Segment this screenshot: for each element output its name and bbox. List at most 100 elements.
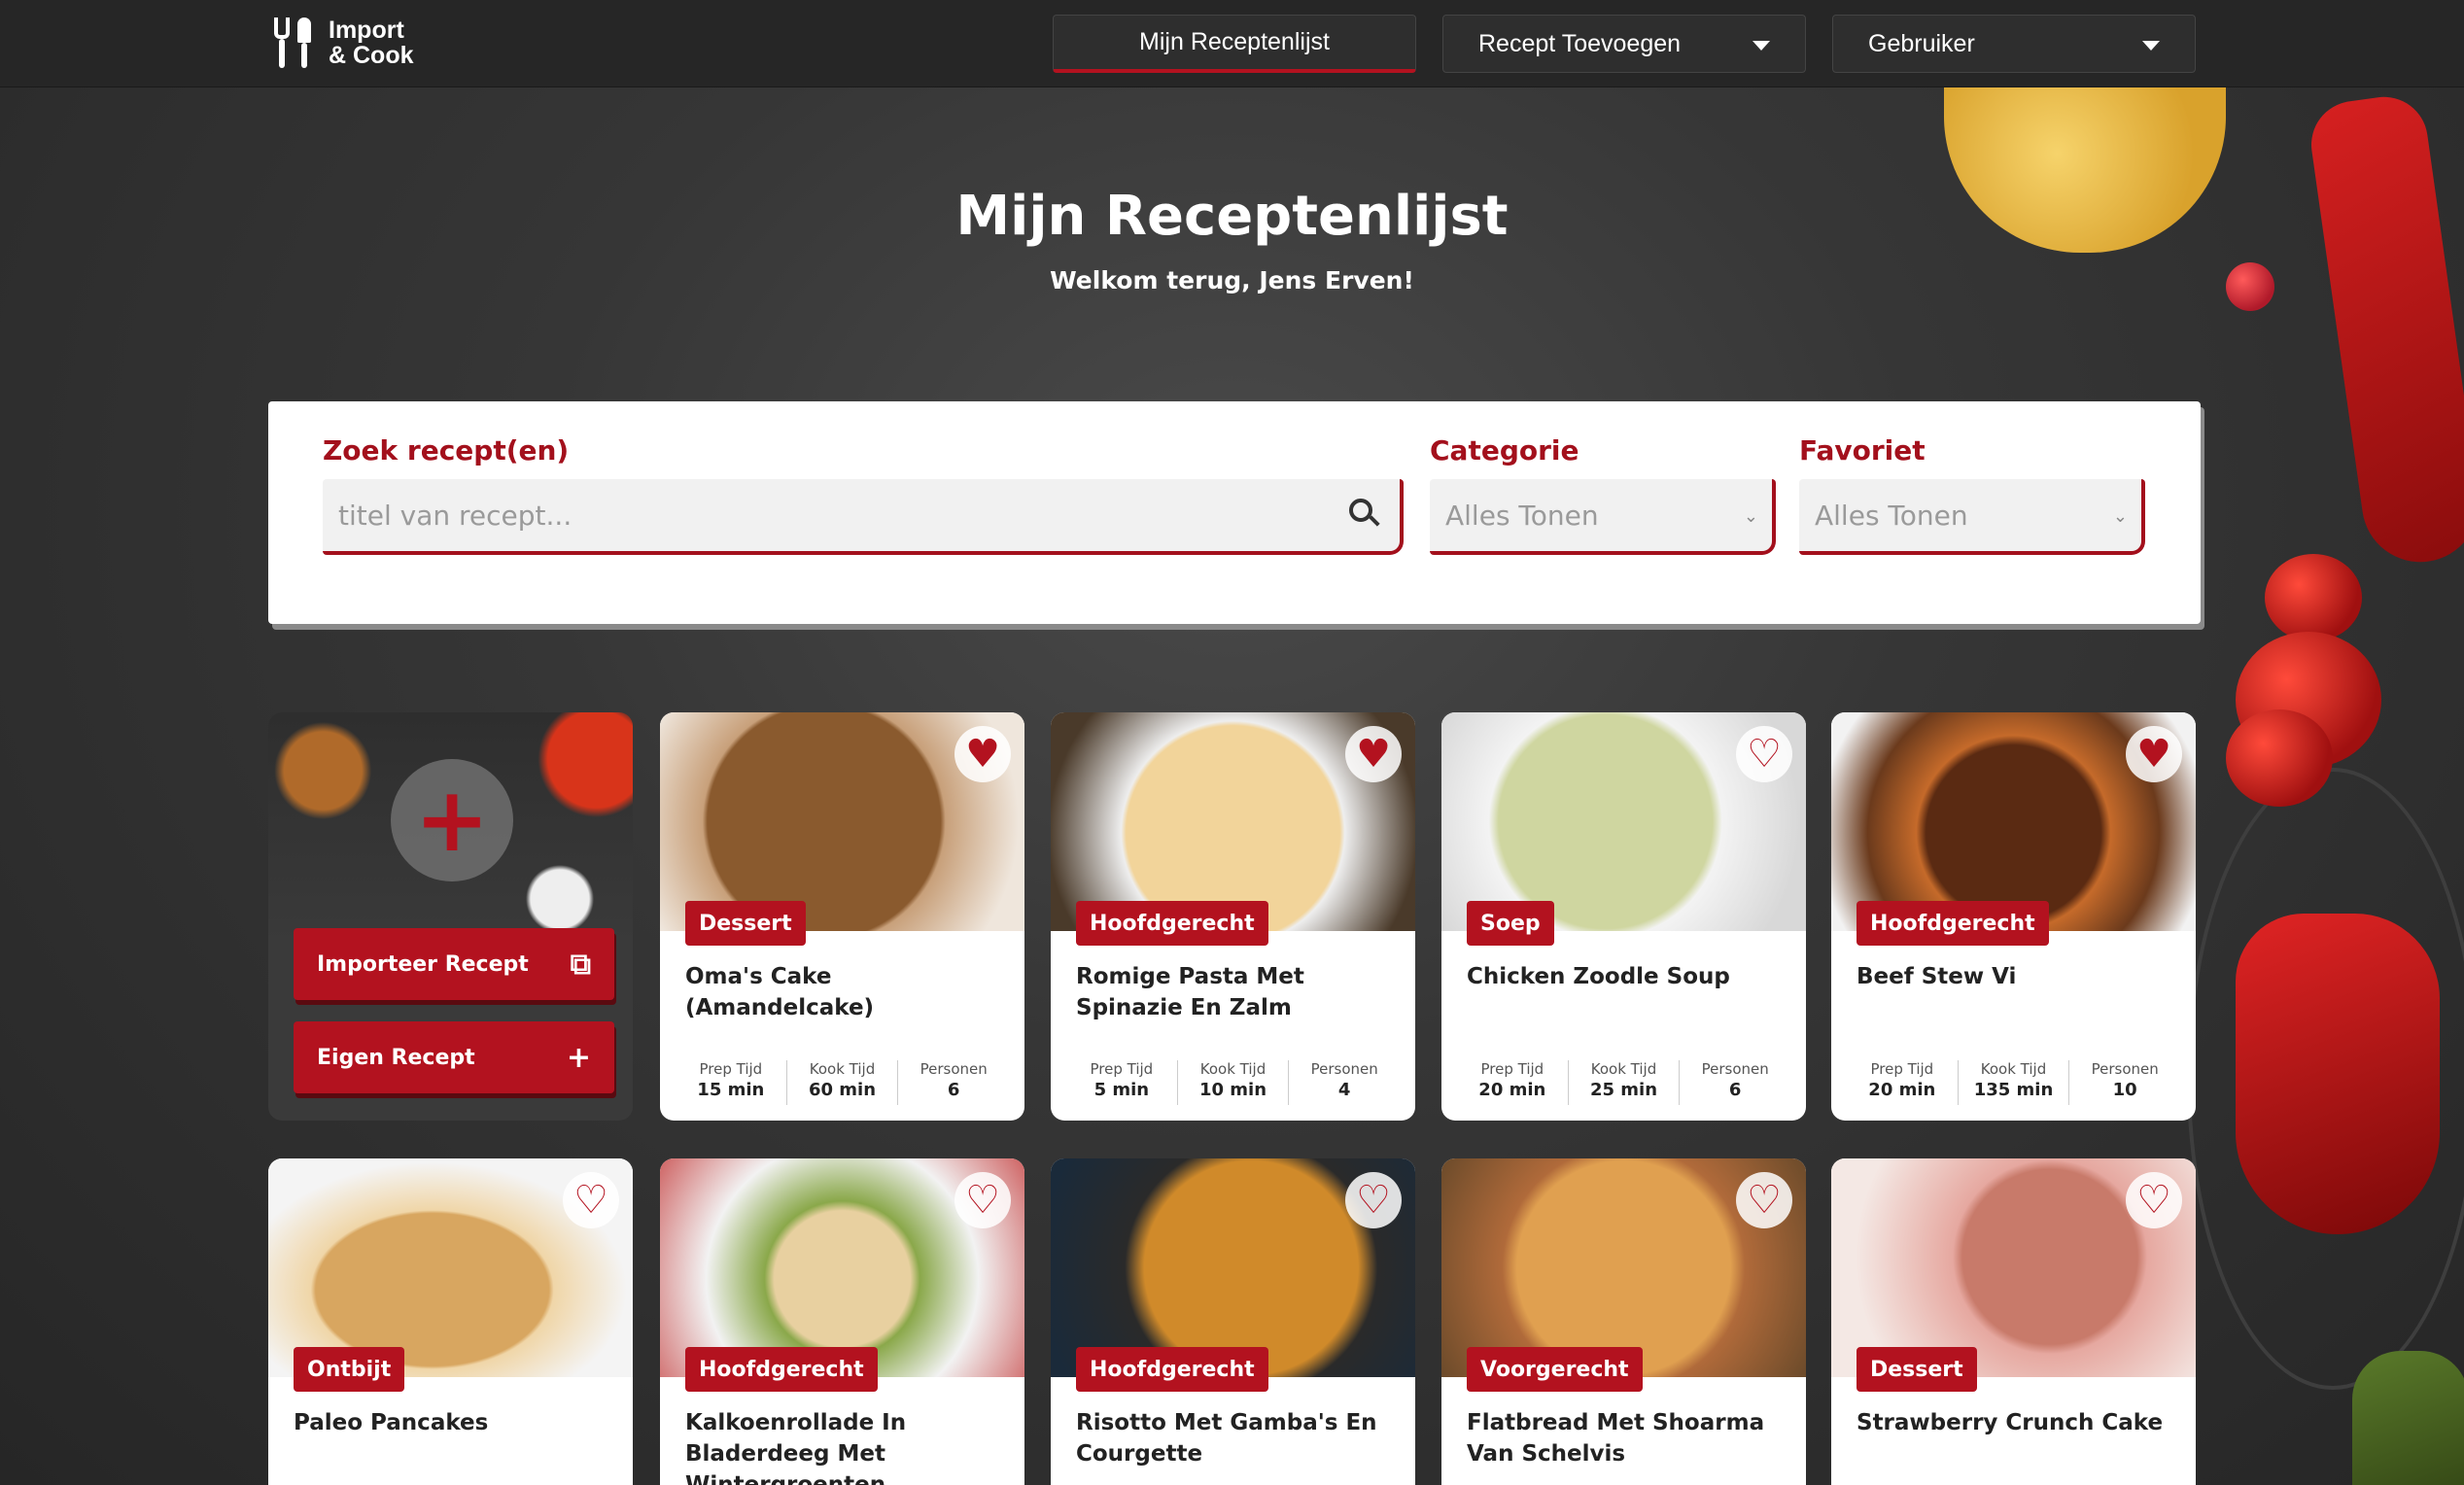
pepper-decoration — [2352, 1351, 2464, 1485]
recipe-card[interactable]: ♥ Hoofdgerecht Romige Pasta Met Spinazie E… — [1051, 712, 1415, 1121]
add-plus-icon[interactable]: + — [391, 759, 513, 881]
category-badge: Hoofdgerecht — [1857, 901, 2049, 946]
heart-outline-icon[interactable]: ♡ — [563, 1172, 619, 1228]
cook-time: Kook Tijd 60 min — [787, 1060, 899, 1105]
servings-label: Personen — [2091, 1060, 2159, 1078]
utensils-icon — [272, 17, 315, 68]
cook-time-label: Kook Tijd — [1590, 1060, 1657, 1078]
top-navbar: Import & Cook Mijn Receptenlijst Recept … — [0, 0, 2464, 87]
category-badge: Dessert — [1857, 1347, 1977, 1392]
recipe-card[interactable]: ♡ Soep Chicken Zoodle Soup Prep Tijd 20 min K… — [1441, 712, 1806, 1121]
servings-label: Personen — [1701, 1060, 1769, 1078]
servings: Personen 4 — [1289, 1060, 1400, 1105]
prep-time-value: 5 min — [1093, 1080, 1150, 1100]
recipe-title[interactable]: Kalkoenrollade In Bladerdeeg Met Winterg… — [685, 1407, 1006, 1485]
category-select[interactable]: Alles Tonen ⌄ — [1430, 479, 1776, 555]
prep-time: Prep Tijd 15 min — [676, 1060, 787, 1105]
recipe-title[interactable]: Flatbread Met Shoarma Van Schelvis — [1467, 1407, 1787, 1469]
category-selected-value: Alles Tonen — [1445, 499, 1599, 532]
heart-outline-icon[interactable]: ♡ — [1345, 1172, 1402, 1228]
recipe-card[interactable]: ♡ Ontbijt Paleo Pancakes — [268, 1158, 633, 1485]
search-input[interactable]: titel van recept... — [323, 479, 1404, 555]
import-recipe-label: Importeer Recept — [317, 951, 529, 977]
pepper-decoration — [2236, 914, 2440, 1234]
recipe-card[interactable]: ♡ Hoofdgerecht Kalkoenrollade In Bladerdee… — [660, 1158, 1024, 1485]
cook-time: Kook Tijd 25 min — [1569, 1060, 1681, 1105]
recipe-card[interactable]: ♥ Dessert Oma's Cake (Amandelcake) Prep Tij… — [660, 712, 1024, 1121]
prep-time: Prep Tijd 5 min — [1066, 1060, 1178, 1105]
recipe-title[interactable]: Romige Pasta Met Spinazie En Zalm — [1076, 961, 1397, 1023]
external-link-icon: ⧉ — [570, 947, 591, 982]
category-badge: Hoofdgerecht — [1076, 901, 1268, 946]
chevron-down-icon: ⌄ — [2112, 506, 2128, 527]
prep-time-value: 20 min — [1868, 1080, 1936, 1100]
prep-time-value: 15 min — [697, 1080, 765, 1100]
prep-time-label: Prep Tijd — [699, 1060, 763, 1078]
cook-time-value: 10 min — [1198, 1080, 1267, 1100]
logo-text: Import & Cook — [329, 17, 414, 68]
recipe-card[interactable]: ♡ Dessert Strawberry Crunch Cake — [1831, 1158, 2196, 1485]
nav-add-recipe-dropdown[interactable]: Recept Toevoegen — [1442, 15, 1806, 73]
logo-line-2: & Cook — [329, 42, 414, 69]
recipe-title[interactable]: Chicken Zoodle Soup — [1467, 961, 1787, 992]
servings-value: 10 — [2112, 1080, 2137, 1100]
recipe-card[interactable]: ♡ Voorgerecht Flatbread Met Shoarma Van Sc… — [1441, 1158, 1806, 1485]
search-placeholder: titel van recept... — [338, 499, 573, 532]
recipe-title[interactable]: Oma's Cake (Amandelcake) — [685, 961, 1006, 1023]
heart-outline-icon[interactable]: ♡ — [1736, 1172, 1792, 1228]
recipe-title[interactable]: Beef Stew Vi — [1857, 961, 2177, 992]
add-recipe-card: + Importeer Recept ⧉ Eigen Recept + — [268, 712, 633, 1121]
recipe-title[interactable]: Risotto Met Gamba's En Courgette — [1076, 1407, 1397, 1469]
recipe-card[interactable]: ♥ Hoofdgerecht Beef Stew Vi Prep Tijd 20 min… — [1831, 712, 2196, 1121]
nav-add-recipe-label: Recept Toevoegen — [1478, 29, 1682, 57]
prep-time-label: Prep Tijd — [1480, 1060, 1544, 1078]
filter-panel: Zoek recept(en) titel van recept... Cate… — [268, 401, 2201, 624]
heart-outline-icon[interactable]: ♡ — [2126, 1172, 2182, 1228]
category-badge: Hoofdgerecht — [685, 1347, 878, 1392]
chevron-down-icon: ⌄ — [1743, 506, 1758, 527]
caret-down-icon — [1753, 41, 1770, 51]
recipe-stats: Prep Tijd 20 min Kook Tijd 25 min Personen 6 — [1457, 1060, 1790, 1105]
servings-value: 6 — [1728, 1080, 1742, 1100]
nav-my-recipe-list[interactable]: Mijn Receptenlijst — [1053, 15, 1416, 73]
favorite-select[interactable]: Alles Tonen ⌄ — [1799, 479, 2145, 555]
cook-time-value: 25 min — [1589, 1080, 1658, 1100]
prep-time-label: Prep Tijd — [1090, 1060, 1154, 1078]
heart-outline-icon[interactable]: ♡ — [954, 1172, 1011, 1228]
recipe-stats: Prep Tijd 5 min Kook Tijd 10 min Personen 4 — [1066, 1060, 1400, 1105]
logo[interactable]: Import & Cook — [272, 17, 414, 68]
recipe-title[interactable]: Paleo Pancakes — [294, 1407, 614, 1438]
category-badge: Voorgerecht — [1467, 1347, 1643, 1392]
servings-label: Personen — [920, 1060, 988, 1078]
heart-filled-icon[interactable]: ♥ — [2126, 726, 2182, 782]
category-badge: Soep — [1467, 901, 1554, 946]
recipe-title[interactable]: Strawberry Crunch Cake — [1857, 1407, 2177, 1438]
nav-user-label: Gebruiker — [1868, 29, 1975, 57]
recipe-stats: Prep Tijd 20 min Kook Tijd 135 min Personen 1… — [1847, 1060, 2180, 1105]
own-recipe-button[interactable]: Eigen Recept + — [294, 1021, 614, 1093]
cook-time-label: Kook Tijd — [809, 1060, 876, 1078]
servings: Personen 10 — [2069, 1060, 2180, 1105]
cook-time-value: 135 min — [1973, 1080, 2054, 1100]
nav-my-recipe-list-label: Mijn Receptenlijst — [1139, 28, 1330, 55]
tomato-decoration — [2265, 554, 2362, 641]
prep-time: Prep Tijd 20 min — [1847, 1060, 1959, 1105]
import-recipe-button[interactable]: Importeer Recept ⧉ — [294, 928, 614, 1000]
cook-time-label: Kook Tijd — [1980, 1060, 2047, 1078]
category-badge: Ontbijt — [294, 1347, 405, 1392]
prep-time: Prep Tijd 20 min — [1457, 1060, 1569, 1105]
welcome-message: Welkom terug, Jens Erven! — [1050, 266, 1414, 294]
recipe-card[interactable]: ♡ Hoofdgerecht Risotto Met Gamba's En Cour… — [1051, 1158, 1415, 1485]
pepper-decoration — [2306, 90, 2464, 570]
servings: Personen 6 — [898, 1060, 1009, 1105]
nav-user-dropdown[interactable]: Gebruiker — [1832, 15, 2196, 73]
search-icon[interactable] — [1349, 499, 1380, 528]
heart-outline-icon[interactable]: ♡ — [1736, 726, 1792, 782]
heart-filled-icon[interactable]: ♥ — [1345, 726, 1402, 782]
cook-time-value: 60 min — [808, 1080, 877, 1100]
heart-filled-icon[interactable]: ♥ — [954, 726, 1011, 782]
category-badge: Dessert — [685, 901, 806, 946]
own-recipe-label: Eigen Recept — [317, 1045, 475, 1070]
category-badge: Hoofdgerecht — [1076, 1347, 1268, 1392]
servings: Personen 6 — [1680, 1060, 1790, 1105]
